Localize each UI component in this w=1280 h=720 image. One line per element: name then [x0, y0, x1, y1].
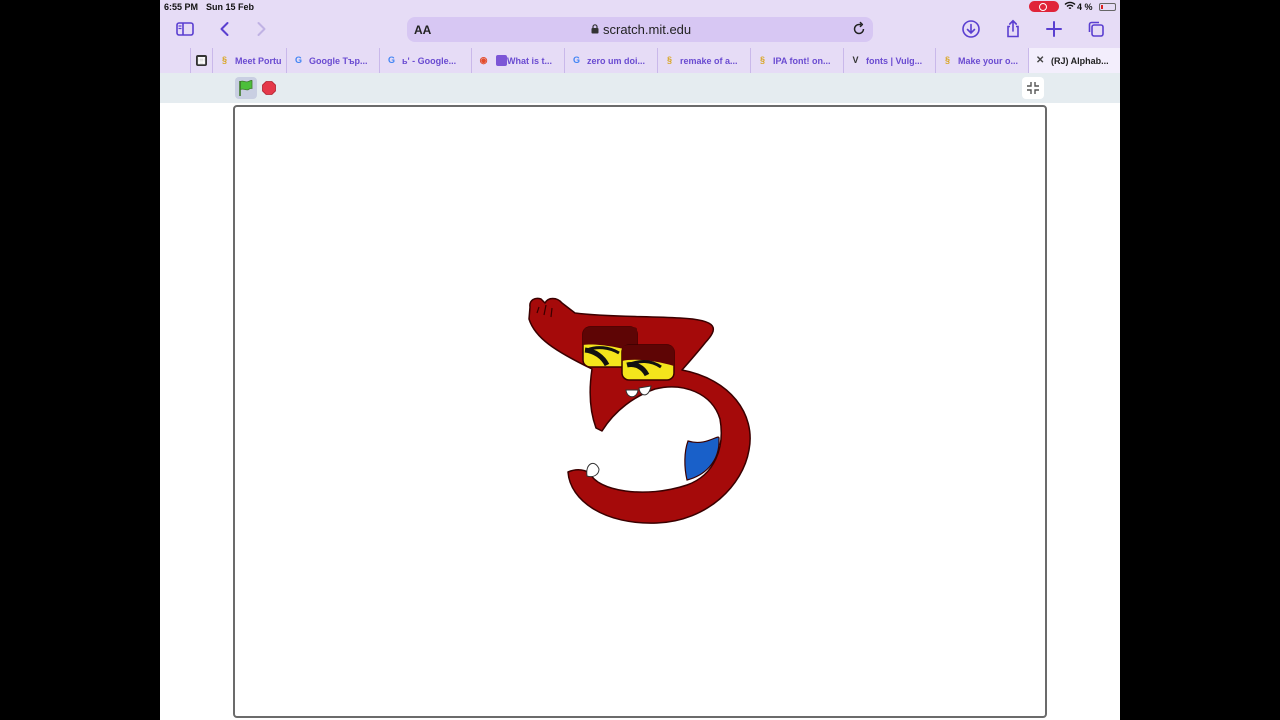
status-date: Sun 15 Feb — [206, 2, 255, 12]
scratch-favicon-icon: § — [759, 55, 765, 65]
tab-1[interactable]: G Google Tър... — [286, 48, 379, 73]
reader-aa-button[interactable]: AA — [414, 23, 431, 37]
back-icon[interactable] — [213, 18, 237, 40]
scratch-favicon-icon: § — [221, 55, 227, 65]
address-bar[interactable]: AA scratch.mit.edu — [407, 17, 873, 42]
ipad-screen: 6:55 PM Sun 15 Feb 4 % AA scratch.mit.ed… — [160, 0, 1120, 720]
tab-7[interactable]: V fonts | Vulg... — [843, 48, 935, 73]
tab-4[interactable]: G zero um doi... — [564, 48, 657, 73]
tab-strip: ▦ § Meet Portu G Google Tър... G ь' - Go… — [160, 48, 1120, 73]
tooth-lower — [586, 462, 600, 478]
tab-label: Meet Portu — [235, 56, 282, 66]
google-favicon-icon: G — [294, 55, 302, 65]
tab-label: fonts | Vulg... — [866, 56, 923, 66]
sidebar-toggle-icon[interactable] — [173, 18, 197, 40]
new-tab-icon[interactable] — [1042, 18, 1066, 40]
status-bar: 6:55 PM Sun 15 Feb 4 % — [160, 0, 1120, 14]
letter-character-sprite — [528, 297, 751, 524]
url-text: scratch.mit.edu — [603, 22, 692, 37]
purple-square-icon — [496, 55, 507, 66]
status-time: 6:55 PM — [164, 2, 199, 12]
forward-icon[interactable] — [249, 18, 273, 40]
tab-overview-icon[interactable] — [1084, 18, 1108, 40]
green-flag-button[interactable] — [235, 77, 257, 99]
downloads-icon[interactable] — [959, 18, 983, 40]
tab-5[interactable]: § remake of a... — [657, 48, 750, 73]
exit-fullscreen-button[interactable] — [1022, 77, 1044, 99]
tab-6[interactable]: § IPA font! on... — [750, 48, 843, 73]
close-icon[interactable]: ✕ — [1036, 55, 1044, 66]
tab-9-active[interactable]: ✕ (RJ) Alphab... — [1028, 48, 1120, 73]
battery-percent: 4 % — [1077, 2, 1093, 12]
tab-8[interactable]: § Make your o... — [935, 48, 1028, 73]
tab-label: What is t... — [507, 56, 552, 66]
tab-label: (RJ) Alphab... — [1051, 56, 1109, 66]
web-favicon-icon: ◉ — [479, 55, 488, 65]
battery-icon — [1099, 3, 1116, 11]
tab-pinned[interactable]: ▦ — [190, 48, 212, 73]
tab-label: zero um doi... — [587, 56, 646, 66]
reload-icon[interactable] — [851, 21, 867, 37]
screen-recording-icon[interactable] — [1029, 1, 1059, 12]
grid-favicon-icon: ▦ — [196, 55, 207, 66]
tab-label: Make your o... — [958, 56, 1019, 66]
lock-icon — [591, 24, 599, 34]
google-favicon-icon: G — [387, 55, 395, 65]
tab-label: IPA font! on... — [773, 56, 831, 66]
scratch-favicon-icon: § — [944, 55, 950, 65]
right-eye — [621, 344, 675, 381]
collapse-icon — [1027, 82, 1039, 94]
v-favicon-icon: V — [852, 55, 859, 65]
stop-icon[interactable] — [262, 81, 276, 95]
scratch-favicon-icon: § — [666, 55, 672, 65]
wifi-icon — [1064, 1, 1076, 14]
tab-partial[interactable] — [180, 48, 190, 73]
green-flag-icon — [239, 80, 253, 96]
browser-chrome: 6:55 PM Sun 15 Feb 4 % AA scratch.mit.ed… — [160, 0, 1120, 73]
tab-label: Google Tър... — [309, 56, 368, 66]
tab-2[interactable]: G ь' - Google... — [379, 48, 471, 73]
tooth-upper-right — [638, 385, 652, 396]
tab-3[interactable]: ◉ What is t... — [471, 48, 564, 73]
google-favicon-icon: G — [572, 55, 580, 65]
character-body — [528, 297, 751, 524]
tab-0[interactable]: § Meet Portu — [212, 48, 286, 73]
tab-label: ь' - Google... — [402, 56, 457, 66]
tab-label: remake of a... — [680, 56, 738, 66]
scratch-player-controls — [160, 73, 1120, 103]
scratch-stage[interactable] — [233, 105, 1047, 718]
share-icon[interactable] — [1001, 18, 1025, 40]
